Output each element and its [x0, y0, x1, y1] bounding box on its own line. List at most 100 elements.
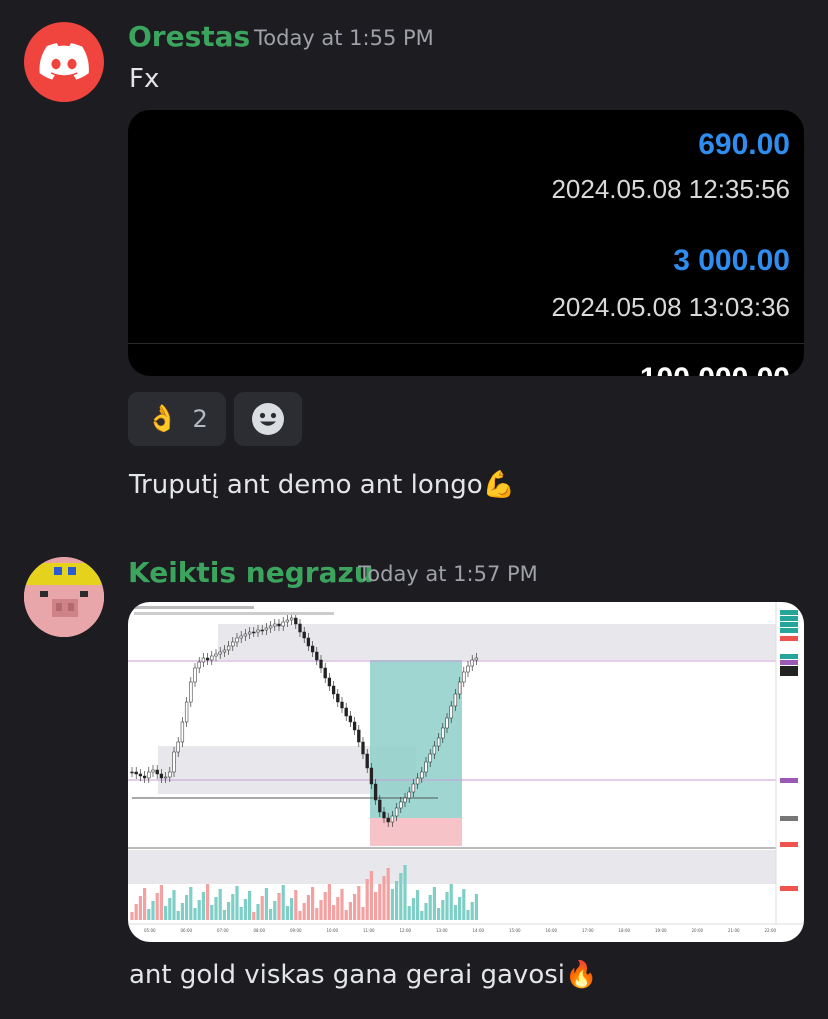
candle-body	[310, 645, 315, 653]
candle-body	[407, 791, 411, 799]
volume-bar	[323, 892, 327, 920]
candle-body	[386, 817, 390, 823]
candle-body	[369, 767, 374, 785]
candle-body	[277, 623, 281, 627]
candle-body	[298, 623, 302, 633]
candle-body	[453, 693, 458, 707]
volume-bar	[449, 884, 453, 920]
volume-bar	[374, 892, 378, 920]
candle-body	[403, 797, 407, 803]
message-text-content: ant gold viskas gana gerai gavosi	[129, 960, 565, 990]
time-axis-label: 05:00	[144, 928, 156, 933]
candle-body	[222, 649, 227, 653]
volume-bar	[134, 904, 138, 920]
candle-body	[147, 771, 151, 779]
volume-bar	[218, 889, 222, 920]
volume-bar	[424, 903, 428, 920]
price-value: 3 000.00	[673, 244, 790, 277]
trade-date: 2024.05.08 13:03:36	[551, 292, 790, 322]
candle-body	[361, 741, 365, 755]
candle-body	[168, 771, 172, 778]
volume-bar	[428, 895, 432, 920]
attachment-image-trading-history[interactable]: 690.00 2024.05.08 12:35:56 3 000.00 2024…	[128, 110, 804, 376]
reaction-ok-hand[interactable]: 👌 2	[128, 392, 226, 446]
volume-bar	[264, 888, 268, 920]
volume-bar	[243, 899, 247, 920]
candle-body	[390, 815, 395, 823]
candle-body	[138, 773, 143, 777]
add-reaction-icon	[252, 403, 284, 435]
author-name[interactable]: Keiktis negrazu	[128, 556, 374, 589]
candle-body	[470, 659, 474, 667]
candle-body	[184, 701, 189, 723]
volume-bar	[441, 900, 445, 920]
candle-body	[319, 659, 323, 669]
message-text-content: Truputį ant demo ant longo	[129, 470, 483, 500]
volume-bar	[164, 906, 168, 920]
candle-body	[151, 769, 155, 773]
volume-bar	[311, 887, 315, 920]
volume-bar	[138, 896, 142, 920]
volume-bar	[336, 897, 340, 920]
message-text: ant gold viskas gana gerai gavosi🔥	[129, 960, 597, 990]
avatar-orestas[interactable]	[24, 22, 104, 102]
flexed-biceps-emoji: 💪	[482, 470, 516, 500]
time-axis-label: 16:00	[546, 928, 558, 933]
attachment-image-trading-chart[interactable]: 05:00 06:00 07:00 08:00 09:00 10:00 11:00 12:00…	[128, 602, 804, 942]
volume-bar	[130, 912, 134, 920]
candle-body	[348, 715, 353, 723]
volume-bar	[193, 908, 197, 920]
price-tag	[780, 842, 798, 847]
time-axis-label: 06:00	[181, 928, 193, 933]
candle-body	[193, 667, 197, 683]
volume-bar	[260, 896, 264, 920]
volume-bar	[306, 895, 310, 920]
author-name[interactable]: Orestas	[128, 20, 250, 53]
candle-body	[462, 671, 466, 683]
time-axis-label: 07:00	[217, 928, 229, 933]
volume-bar	[319, 900, 323, 920]
time-axis-label: 18:00	[619, 928, 631, 933]
avatar-keiktis-negrazu[interactable]	[24, 557, 104, 637]
volume-bar	[222, 910, 226, 920]
candle-body	[134, 771, 138, 775]
candle-body	[420, 771, 424, 779]
price-tag	[780, 816, 798, 821]
candle-body	[163, 776, 168, 779]
volume-bar	[432, 887, 436, 920]
volume-bar	[172, 890, 176, 920]
volume-bar	[281, 885, 285, 920]
candle-body	[340, 701, 344, 709]
volume-bar	[185, 895, 189, 920]
volume-bar	[386, 868, 390, 920]
volume-bar	[239, 907, 243, 920]
price-tag	[780, 886, 798, 891]
candle-body	[306, 637, 311, 647]
volume-bar	[189, 887, 193, 920]
volume-bar	[285, 906, 289, 920]
time-axis-label: 08:00	[254, 928, 266, 933]
add-reaction-button[interactable]	[234, 392, 302, 446]
candle-body	[336, 693, 340, 703]
volume-bar	[248, 891, 252, 920]
volume-bar	[227, 902, 231, 920]
time-axis-label: 12:00	[400, 928, 412, 933]
volume-bar	[180, 903, 184, 920]
candle-body	[294, 617, 298, 625]
candle-body	[189, 681, 193, 703]
volume-bar	[294, 890, 298, 920]
candle-body	[273, 623, 277, 627]
volume-bar	[269, 909, 273, 920]
volume-bar	[365, 879, 369, 920]
volume-bar	[369, 871, 373, 920]
chart-header-info	[134, 612, 334, 615]
candle-body	[457, 681, 462, 695]
candle-body	[142, 775, 147, 779]
reaction-count: 2	[192, 405, 208, 433]
volume-bar	[348, 902, 352, 920]
volume-bar	[315, 908, 319, 920]
volume-bar	[197, 900, 201, 920]
volume-bar	[462, 889, 466, 920]
candle-body	[264, 627, 269, 631]
time-axis-label: 10:00	[327, 928, 339, 933]
